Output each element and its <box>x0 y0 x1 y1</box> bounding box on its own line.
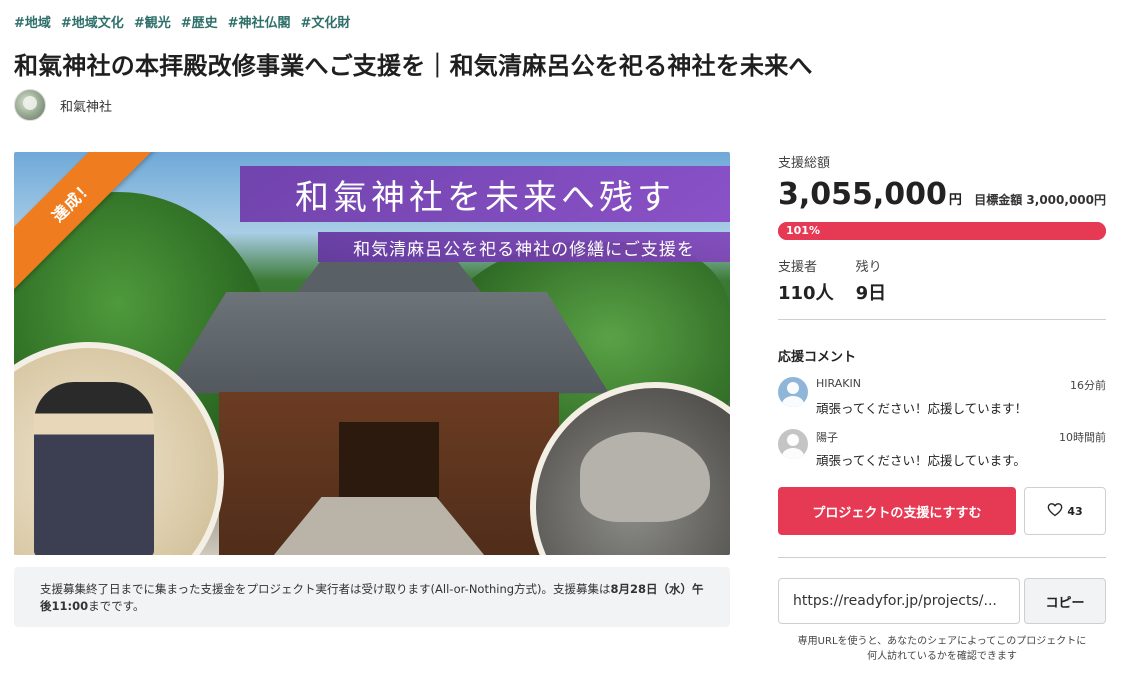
progress-fill <box>778 222 1106 240</box>
heart-icon <box>1047 502 1063 520</box>
comment-author: HIRAKIN <box>816 377 861 390</box>
tag-link[interactable]: #神社仏閣 <box>228 12 291 31</box>
currency-label: 円 <box>948 193 962 208</box>
comment-head: HIRAKIN 16分前 <box>816 377 1106 393</box>
amount-row: 3,055,000 円 目標金額 3,000,000円 <box>778 177 1106 212</box>
share-note: 専用URLを使うと、あなたのシェアによってこのプロジェクトに何人訪れているかを確… <box>797 636 1087 662</box>
comments-title: 応援コメント <box>778 350 857 365</box>
action-row: プロジェクトの支援にすすむ 43 <box>778 487 1106 535</box>
favorite-count: 43 <box>1067 504 1083 518</box>
funding-panel: 支援総額 3,055,000 円 目標金額 3,000,000円 101% 支援者… <box>778 152 1106 664</box>
favorite-button[interactable]: 43 <box>1024 487 1106 535</box>
owner-name[interactable]: 和氣神社 <box>60 96 112 115</box>
comment-item[interactable]: HIRAKIN 16分前 頑張ってください！応援しています！ <box>778 377 1106 417</box>
share-row: コピー <box>778 578 1106 624</box>
hero-portrait-figure <box>34 382 154 555</box>
comment-head: 陽子 10時間前 <box>816 429 1106 445</box>
remaining-value: 9日 <box>855 283 887 304</box>
progress-label: 101% <box>786 224 820 237</box>
comment-text: 頑張ってください！応援しています！ <box>816 401 1028 416</box>
hero-banner-main: 和氣神社を未来へ残す <box>240 166 730 222</box>
comment-body: 陽子 10時間前 頑張ってください！応援しています。 <box>816 429 1106 469</box>
comment-time: 10時間前 <box>1059 431 1106 444</box>
total-amount: 3,055,000 <box>778 177 947 212</box>
tag-link[interactable]: #地域文化 <box>61 12 124 31</box>
page-title: 和氣神社の本拝殿改修事業へご支援を｜和気清麻呂公を祀る神社を未来へ <box>14 52 813 80</box>
hero-banner-main-text: 和氣神社を未来へ残す <box>295 177 675 218</box>
stats-row: 支援者 110人 残り 9日 <box>778 256 1106 305</box>
comment-item[interactable]: 陽子 10時間前 頑張ってください！応援しています。 <box>778 429 1106 469</box>
notice-text: 支援募集終了日までに集まった支援金をプロジェクト実行者は受け取ります(All-o… <box>40 582 611 596</box>
user-avatar-icon <box>778 377 808 407</box>
comment-body: HIRAKIN 16分前 頑張ってください！応援しています！ <box>816 377 1106 417</box>
tag-link[interactable]: #観光 <box>134 12 171 31</box>
funding-notice: 支援募集終了日までに集まった支援金をプロジェクト実行者は受け取ります(All-o… <box>14 567 730 627</box>
hero-banner-sub-text: 和気清麻呂公を祀る神社の修繕にご支援を <box>353 239 695 260</box>
support-project-button[interactable]: プロジェクトの支援にすすむ <box>778 487 1016 535</box>
hero-banner-sub: 和気清麻呂公を祀る神社の修繕にご支援を <box>318 232 730 262</box>
progress-bar: 101% <box>778 222 1106 240</box>
hero-image: 和氣神社を未来へ残す 和気清麻呂公を祀る神社の修繕にご支援を 達成！ <box>14 152 730 555</box>
tag-link[interactable]: #地域 <box>14 12 51 31</box>
remaining-stat: 残り 9日 <box>856 256 887 305</box>
comment-author: 陽子 <box>816 431 838 444</box>
share-url-field[interactable] <box>778 578 1020 624</box>
supporters-value: 110人 <box>778 283 834 304</box>
tag-link[interactable]: #歴史 <box>181 12 218 31</box>
divider <box>778 557 1106 558</box>
tag-list: #地域 #地域文化 #観光 #歴史 #神社仏閣 #文化財 <box>14 12 350 31</box>
comment-text: 頑張ってください！応援しています。 <box>816 453 1026 468</box>
divider <box>778 319 1106 320</box>
user-avatar-icon <box>778 429 808 459</box>
total-amount-wrap: 3,055,000 円 <box>778 177 962 212</box>
goal-amount: 目標金額 3,000,000円 <box>974 193 1106 207</box>
comment-time: 16分前 <box>1070 379 1106 392</box>
tag-link[interactable]: #文化財 <box>301 12 351 31</box>
supporters-label: 支援者 <box>778 260 818 275</box>
total-label: 支援総額 <box>778 156 831 171</box>
copy-button[interactable]: コピー <box>1024 578 1106 624</box>
project-owner[interactable]: 和氣神社 <box>14 89 112 121</box>
remaining-label: 残り <box>855 260 882 275</box>
supporters-stat: 支援者 110人 <box>778 256 834 305</box>
notice-suffix: までです。 <box>88 599 145 613</box>
owner-avatar[interactable] <box>14 89 46 121</box>
